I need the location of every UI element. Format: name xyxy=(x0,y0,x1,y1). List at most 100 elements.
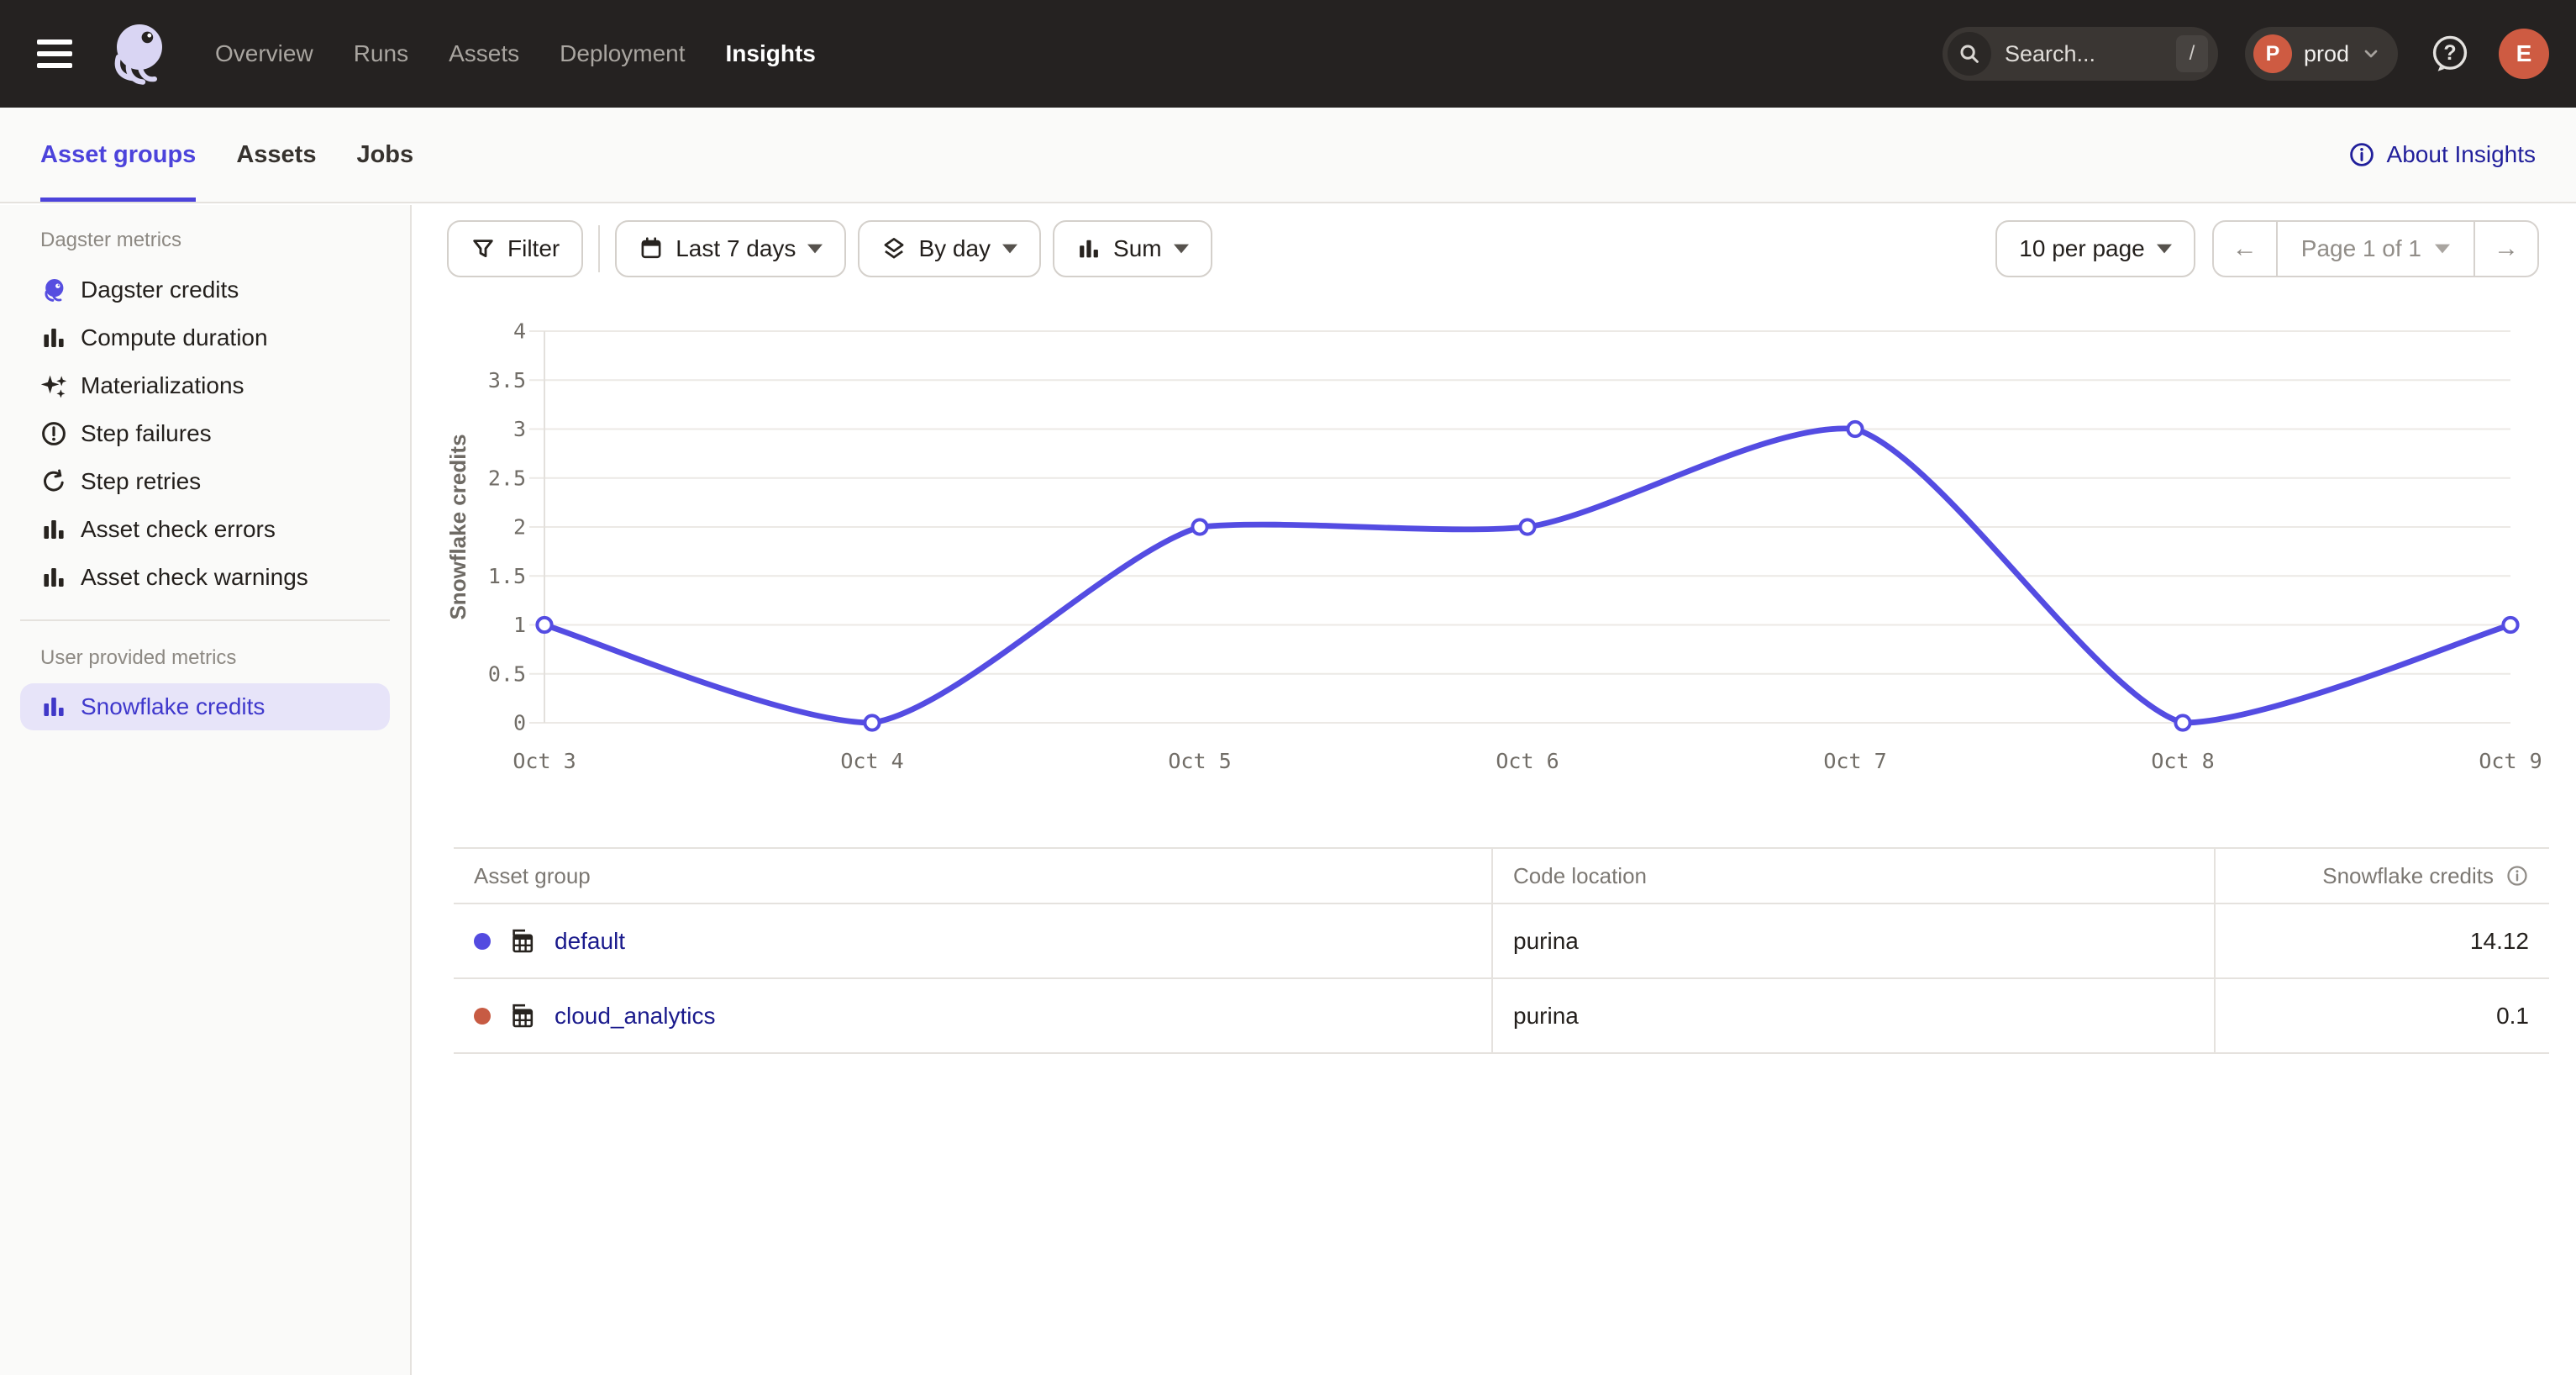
aggregation-dropdown[interactable]: Sum xyxy=(1053,220,1212,277)
sidebar-item-label: Snowflake credits xyxy=(81,693,265,720)
sidebar-item-snowflake-credits[interactable]: Snowflake credits xyxy=(20,683,390,730)
asset-group-icon xyxy=(509,928,536,955)
tab-asset-groups[interactable]: Asset groups xyxy=(40,108,196,202)
nav-item-overview[interactable]: Overview xyxy=(215,40,313,67)
sidebar-item-label: Step failures xyxy=(81,420,212,447)
bar-chart-icon xyxy=(40,564,67,591)
prev-page-button[interactable]: ← xyxy=(2214,222,2276,276)
menu-button[interactable] xyxy=(37,37,77,71)
calendar-icon xyxy=(639,236,664,261)
user-avatar[interactable]: E xyxy=(2499,29,2549,79)
refresh-icon xyxy=(40,468,67,495)
nav-item-deployment[interactable]: Deployment xyxy=(560,40,685,67)
sidebar-section-label: Dagster metrics xyxy=(0,222,410,259)
sidebar-item-asset-check-errors[interactable]: Asset check errors xyxy=(0,505,410,553)
arrow-right-icon: → xyxy=(2494,234,2519,263)
table-header-row: Asset groupCode locationSnowflake credit… xyxy=(454,849,2549,904)
credits-value-cell: 14.12 xyxy=(2216,904,2549,977)
time-range-dropdown[interactable]: Last 7 days xyxy=(615,220,846,277)
svg-text:Oct 5: Oct 5 xyxy=(1168,749,1231,773)
app: Overview Runs Assets Deployment Insights… xyxy=(0,0,2576,1375)
bar-chart-icon xyxy=(40,516,67,543)
nav-item-insights[interactable]: Insights xyxy=(726,40,816,67)
svg-text:Oct 8: Oct 8 xyxy=(2151,749,2214,773)
search-input[interactable]: Search... / xyxy=(1943,27,2218,81)
svg-text:2: 2 xyxy=(513,515,526,540)
sidebar-item-compute-duration[interactable]: Compute duration xyxy=(0,313,410,361)
svg-text:Oct 6: Oct 6 xyxy=(1496,749,1559,773)
sidebar-item-step-failures[interactable]: Step failures xyxy=(0,409,410,457)
main-content: Filter Last 7 days By day xyxy=(413,205,2576,1375)
table-row-cloud_analytics: cloud_analyticspurina0.1 xyxy=(454,979,2549,1054)
sidebar-item-label: Step retries xyxy=(81,468,201,495)
search-icon xyxy=(1948,32,1991,76)
page-indicator-dropdown[interactable]: Page 1 of 1 xyxy=(2276,222,2475,276)
column-header-asset-group: Asset group xyxy=(454,849,1493,903)
asset-group-link[interactable]: default xyxy=(555,928,625,955)
pagination: ← Page 1 of 1 → xyxy=(2212,220,2539,277)
asset-group-cell: cloud_analytics xyxy=(454,979,1493,1052)
about-insights-link[interactable]: About Insights xyxy=(2348,141,2536,168)
asset-group-icon xyxy=(509,1003,536,1030)
tabs: Asset groups Assets Jobs xyxy=(40,108,413,202)
caret-down-icon xyxy=(807,244,823,254)
main-nav: Overview Runs Assets Deployment Insights xyxy=(215,40,816,67)
bar-chart-icon xyxy=(40,324,67,351)
filter-icon xyxy=(471,236,496,261)
svg-text:0: 0 xyxy=(513,711,526,735)
layers-icon xyxy=(881,236,907,261)
asset-group-link[interactable]: cloud_analytics xyxy=(555,1003,715,1030)
sidebar-item-step-retries[interactable]: Step retries xyxy=(0,457,410,505)
time-range-label: Last 7 days xyxy=(676,235,796,262)
sidebar: Dagster metrics Dagster credits Compute du… xyxy=(0,205,412,1375)
svg-text:1.5: 1.5 xyxy=(488,564,526,588)
code-location-cell: purina xyxy=(1493,904,2216,977)
caret-down-icon xyxy=(2157,244,2172,254)
granularity-label: By day xyxy=(918,235,991,262)
nav-item-runs[interactable]: Runs xyxy=(354,40,408,67)
toolbar: Filter Last 7 days By day xyxy=(413,205,2576,277)
deployment-switcher[interactable]: P prod xyxy=(2245,27,2398,81)
per-page-dropdown[interactable]: 10 per page xyxy=(1995,220,2195,277)
svg-text:3.5: 3.5 xyxy=(488,368,526,392)
column-header-code-location: Code location xyxy=(1493,849,2216,903)
sidebar-item-label: Dagster credits xyxy=(81,277,239,303)
help-button[interactable]: ? xyxy=(2428,32,2472,76)
aggregation-label: Sum xyxy=(1113,235,1162,262)
about-insights-label: About Insights xyxy=(2387,141,2536,168)
column-header-snowflake-credits: Snowflake credits xyxy=(2216,849,2549,903)
sidebar-item-dagster-credits[interactable]: Dagster credits xyxy=(0,266,410,313)
info-icon xyxy=(2348,141,2375,168)
svg-text:Oct 4: Oct 4 xyxy=(840,749,903,773)
svg-text:4: 4 xyxy=(513,319,526,344)
info-icon[interactable] xyxy=(2505,864,2529,888)
credits-value-cell: 0.1 xyxy=(2216,979,2549,1052)
filter-button[interactable]: Filter xyxy=(447,220,583,277)
caret-down-icon xyxy=(1002,244,1017,254)
sidebar-item-label: Asset check errors xyxy=(81,516,276,543)
deployment-name: prod xyxy=(2304,41,2349,67)
chevron-down-icon xyxy=(2361,44,2381,64)
tab-jobs[interactable]: Jobs xyxy=(356,108,413,202)
svg-text:3: 3 xyxy=(513,417,526,441)
asset-group-cell: default xyxy=(454,904,1493,977)
series-color-dot xyxy=(474,933,491,950)
sidebar-item-asset-check-warnings[interactable]: Asset check warnings xyxy=(0,553,410,601)
sidebar-item-label: Compute duration xyxy=(81,324,268,351)
sparkles-icon xyxy=(40,372,67,399)
tab-assets[interactable]: Assets xyxy=(236,108,316,202)
svg-text:Oct 3: Oct 3 xyxy=(513,749,576,773)
series-color-dot xyxy=(474,1008,491,1025)
asset-groups-table: Asset groupCode locationSnowflake credit… xyxy=(454,847,2549,1054)
svg-text:1: 1 xyxy=(513,613,526,637)
nav-item-assets[interactable]: Assets xyxy=(449,40,519,67)
deployment-avatar: P xyxy=(2253,34,2292,73)
granularity-dropdown[interactable]: By day xyxy=(858,220,1041,277)
sidebar-item-materializations[interactable]: Materializations xyxy=(0,361,410,409)
svg-text:Oct 9: Oct 9 xyxy=(2479,749,2542,773)
next-page-button[interactable]: → xyxy=(2475,222,2537,276)
dagster-logo-icon xyxy=(101,15,175,92)
svg-text:Oct 7: Oct 7 xyxy=(1823,749,1886,773)
sidebar-divider xyxy=(20,619,390,621)
bar-chart-icon xyxy=(40,693,67,720)
